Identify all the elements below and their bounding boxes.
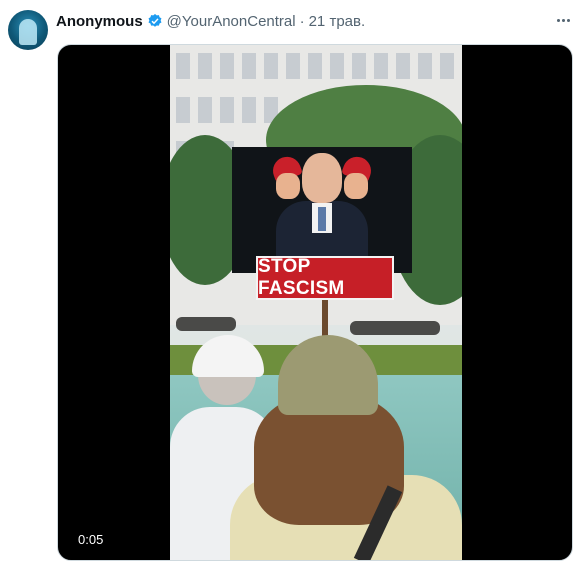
more-options-icon[interactable] — [552, 10, 574, 30]
video-frame: STOP FASCISM — [170, 45, 462, 560]
header-separator: · — [299, 12, 305, 30]
author-handle[interactable]: @YourAnonCentral — [167, 13, 296, 30]
avatar-figure — [19, 19, 37, 45]
post-date[interactable]: 21 трав. — [309, 13, 366, 30]
author-avatar[interactable] — [8, 10, 48, 50]
tweet-header: Anonymous @YourAnonCentral · 21 трав. — [56, 11, 365, 31]
verified-badge-icon — [148, 14, 162, 27]
author-name[interactable]: Anonymous — [56, 13, 143, 30]
video-player[interactable]: STOP FASCISM 0:05 — [57, 44, 573, 561]
stop-fascism-sign: STOP FASCISM — [256, 256, 394, 300]
video-duration: 0:05 — [78, 532, 104, 547]
protest-poster — [232, 147, 412, 273]
